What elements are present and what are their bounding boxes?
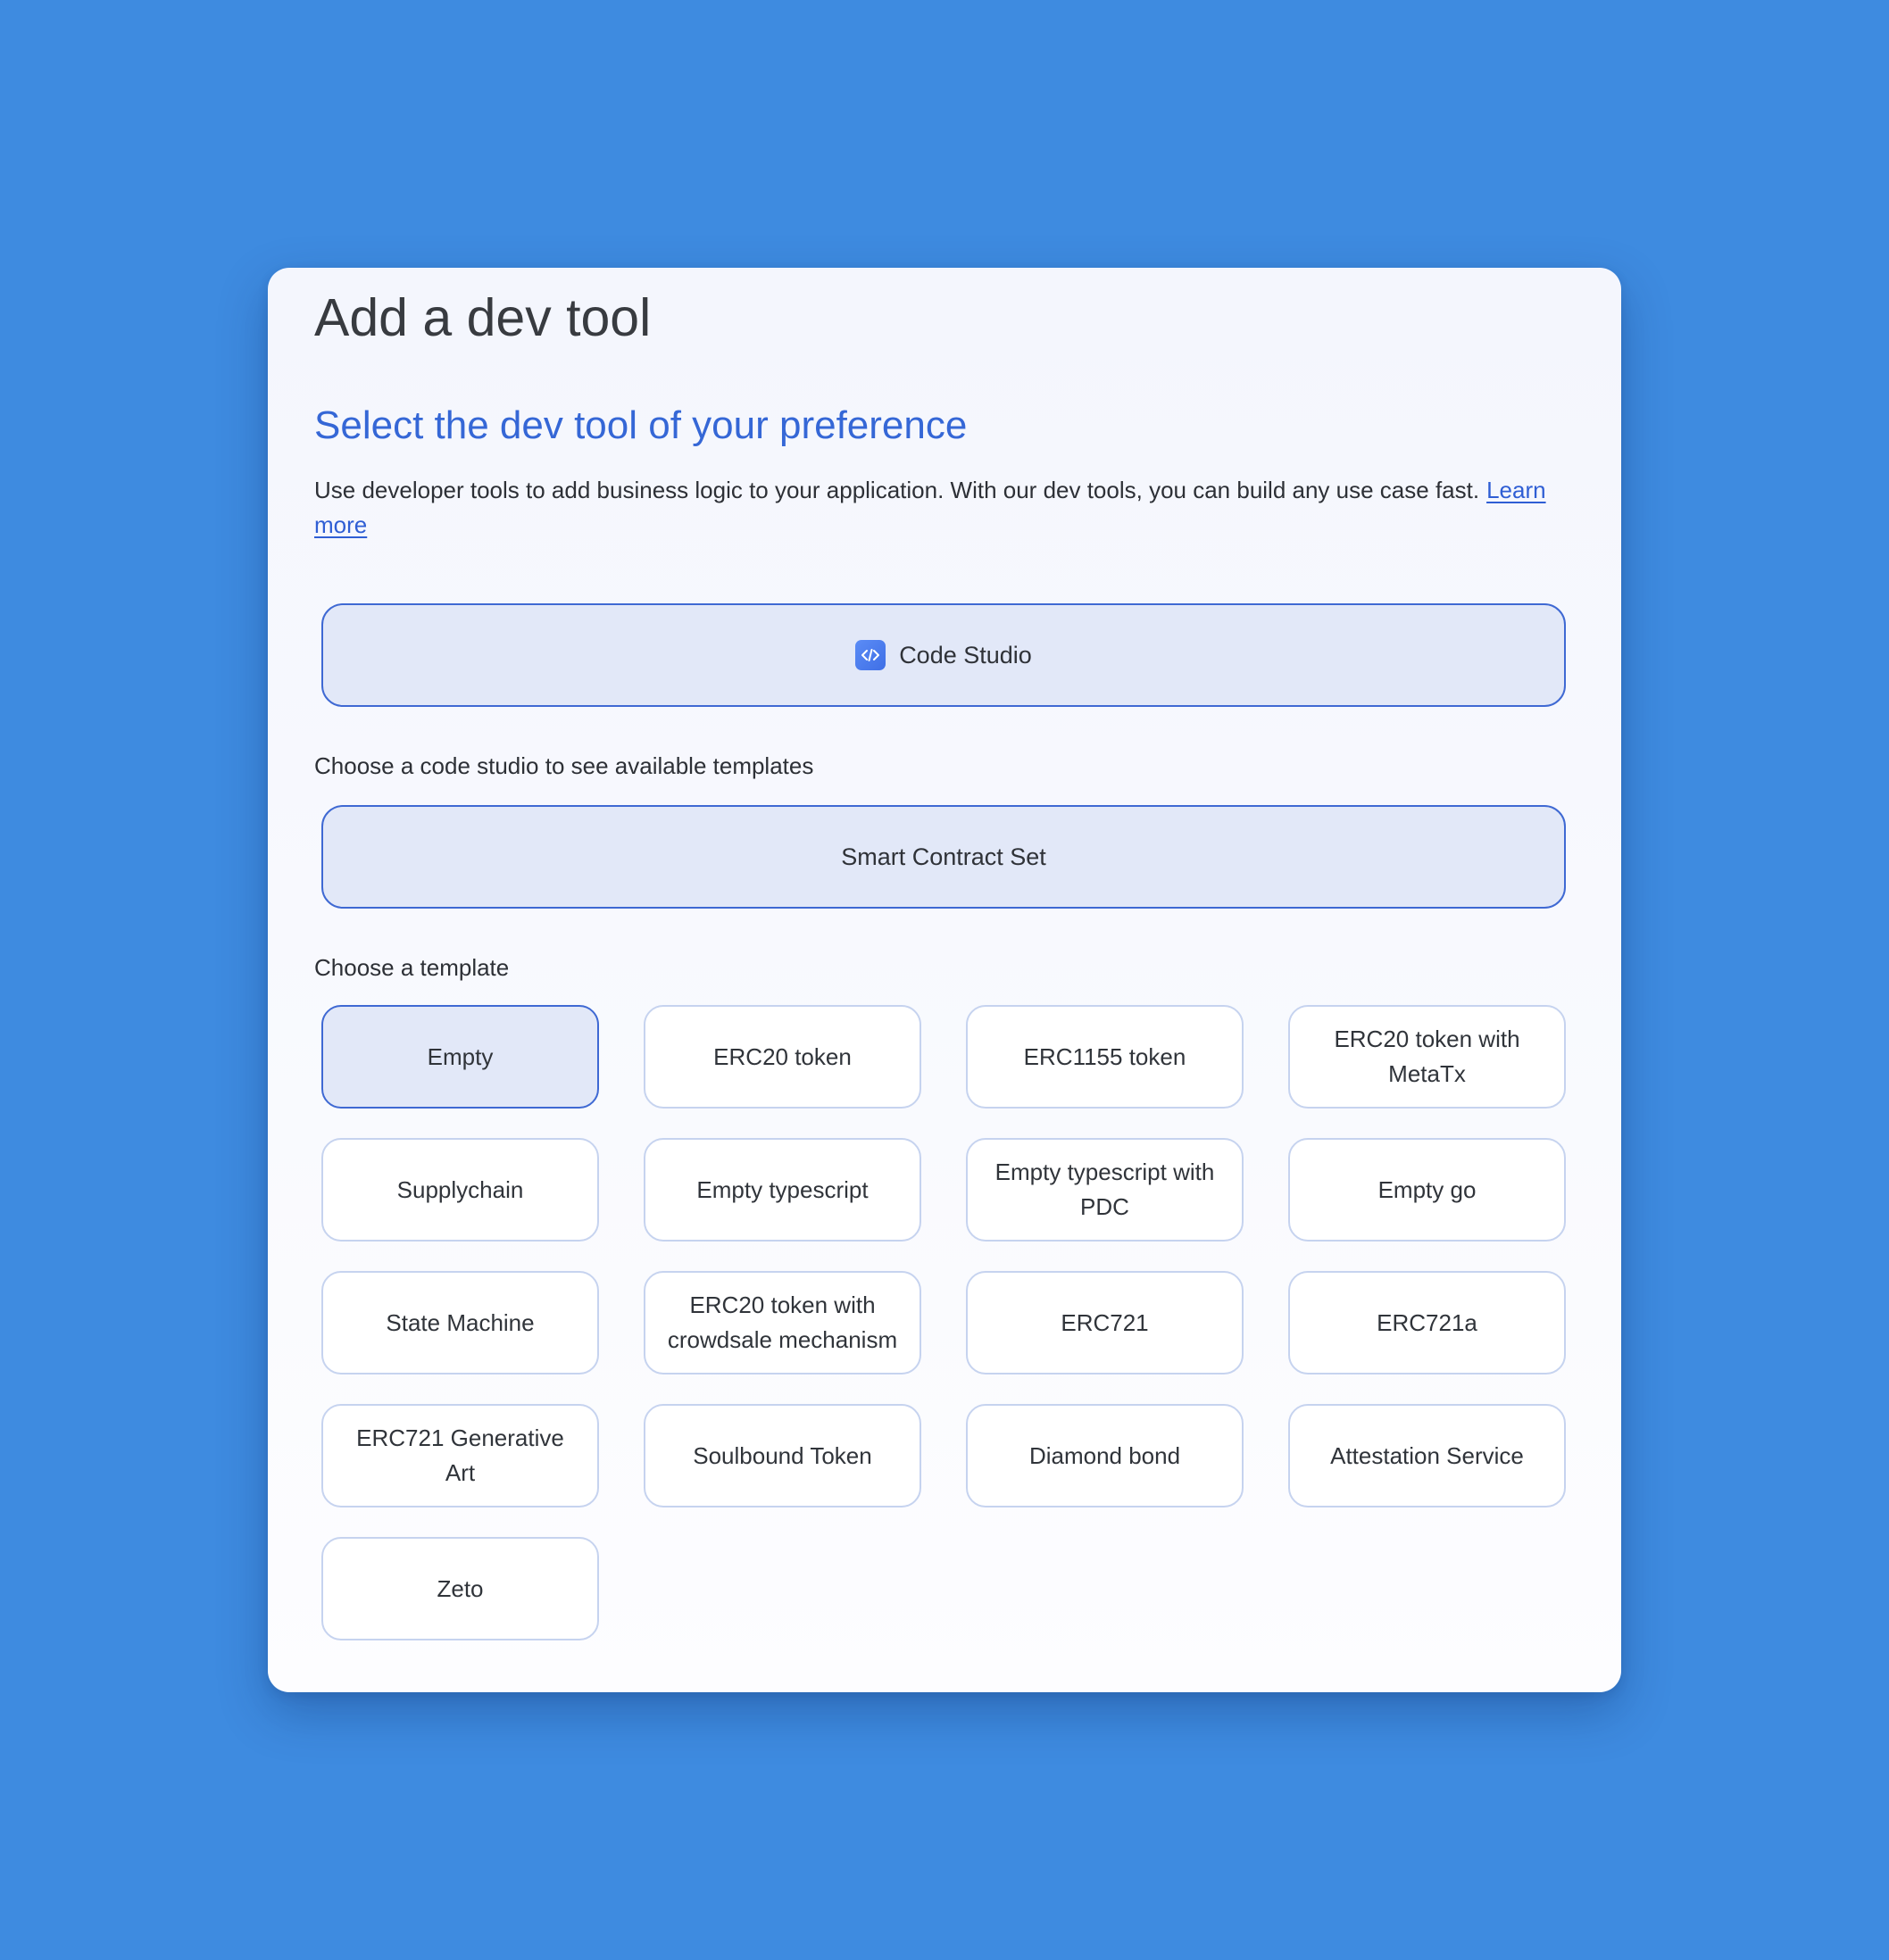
- dialog-title: Add a dev tool: [314, 288, 652, 347]
- template-option-label: Diamond bond: [1028, 1441, 1181, 1469]
- template-option-label: Soulbound Token: [693, 1441, 872, 1469]
- template-option-label: Empty typescript with PDC: [994, 1159, 1215, 1220]
- template-option-label: ERC20 token: [713, 1042, 852, 1070]
- add-dev-tool-dialog: Add a dev tool Select the dev tool of yo…: [268, 268, 1621, 1692]
- template-option-label: State Machine: [386, 1308, 535, 1336]
- code-icon: [855, 640, 886, 670]
- template-option-label: ERC20 token with crowdsale mechanism: [667, 1291, 898, 1353]
- template-option[interactable]: Diamond bond: [966, 1404, 1244, 1507]
- template-option[interactable]: Empty typescript with PDC: [966, 1138, 1244, 1242]
- template-option-label: Empty typescript: [696, 1175, 869, 1203]
- template-prompt: Choose a template: [314, 954, 510, 981]
- template-option[interactable]: ERC1155 token: [966, 1005, 1244, 1109]
- template-option[interactable]: ERC721 Generative Art: [321, 1404, 599, 1507]
- template-option[interactable]: ERC20 token with crowdsale mechanism: [644, 1271, 921, 1374]
- template-option[interactable]: State Machine: [321, 1271, 599, 1374]
- template-option[interactable]: Attestation Service: [1288, 1404, 1566, 1507]
- template-option-label: Zeto: [437, 1574, 484, 1602]
- template-option-label: ERC721 Generative Art: [356, 1424, 564, 1486]
- template-option-label: ERC20 token with MetaTx: [1334, 1026, 1520, 1087]
- template-option-label: Attestation Service: [1330, 1441, 1524, 1469]
- template-option[interactable]: Empty: [321, 1005, 599, 1109]
- template-option-label: Supplychain: [396, 1175, 524, 1203]
- template-option[interactable]: ERC20 token with MetaTx: [1288, 1005, 1566, 1109]
- dialog-subtitle: Select the dev tool of your preference: [314, 403, 968, 447]
- template-option-label: Empty: [427, 1042, 494, 1070]
- template-option[interactable]: Empty go: [1288, 1138, 1566, 1242]
- code-studio-prompt: Choose a code studio to see available te…: [314, 752, 814, 779]
- template-grid: Empty ERC20 token ERC1155 token ERC20 token…: [321, 1005, 1575, 1640]
- template-option-label: ERC721a: [1377, 1308, 1477, 1336]
- description-text: Use developer tools to add business logi…: [314, 477, 1480, 503]
- template-option[interactable]: Supplychain: [321, 1138, 599, 1242]
- template-option[interactable]: ERC20 token: [644, 1005, 921, 1109]
- template-option[interactable]: ERC721: [966, 1271, 1244, 1374]
- template-option[interactable]: Zeto: [321, 1537, 599, 1640]
- template-option-label: Empty go: [1377, 1175, 1477, 1203]
- template-option[interactable]: Soulbound Token: [644, 1404, 921, 1507]
- dev-tool-label: Code Studio: [899, 641, 1032, 669]
- template-option-label: ERC721: [1061, 1308, 1149, 1336]
- dev-tool-option-code-studio[interactable]: Code Studio: [321, 603, 1566, 707]
- template-option[interactable]: ERC721a: [1288, 1271, 1566, 1374]
- template-option-label: ERC1155 token: [1023, 1042, 1186, 1070]
- dialog-description: Use developer tools to add business logi…: [314, 473, 1575, 543]
- code-studio-label: Smart Contract Set: [841, 843, 1046, 870]
- template-option[interactable]: Empty typescript: [644, 1138, 921, 1242]
- code-studio-option-smart-contract-set[interactable]: Smart Contract Set: [321, 805, 1566, 909]
